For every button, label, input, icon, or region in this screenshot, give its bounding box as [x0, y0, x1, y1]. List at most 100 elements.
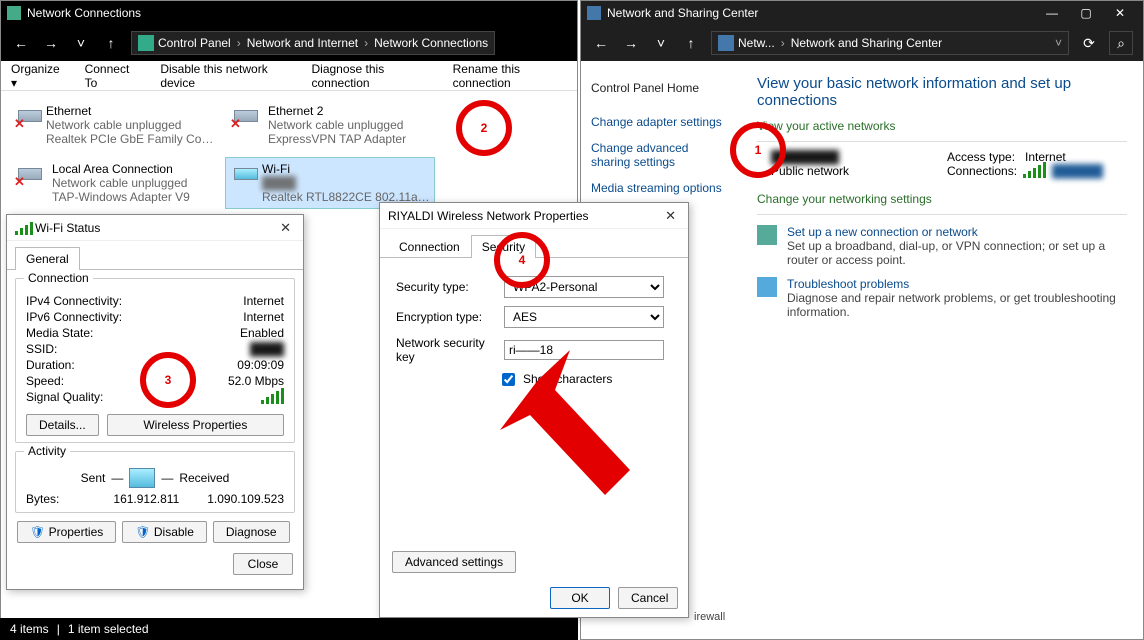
troubleshoot-task[interactable]: Troubleshoot problems Diagnose and repai… — [757, 277, 1127, 319]
access-type-label: Access type: — [947, 150, 1015, 164]
network-key-input[interactable] — [504, 340, 664, 360]
sent-label: Sent — [81, 471, 106, 485]
ssid-label: SSID: — [26, 342, 57, 356]
group-heading: Activity — [24, 444, 70, 458]
show-characters-label: Show characters — [523, 372, 612, 386]
up-icon[interactable]: ↑ — [681, 35, 701, 51]
tab-strip: General — [7, 241, 303, 270]
organize-menu[interactable]: Organize ▾ — [11, 62, 63, 90]
setup-connection-task[interactable]: Set up a new connection or network Set u… — [757, 225, 1127, 267]
security-type-label: Security type: — [396, 280, 496, 294]
received-label: Received — [179, 471, 229, 485]
up-icon[interactable]: ↑ — [101, 35, 121, 51]
show-characters-checkbox[interactable] — [502, 373, 515, 386]
advanced-settings-button[interactable]: Advanced settings — [392, 551, 516, 573]
disconnected-icon: ✕ — [14, 116, 25, 132]
media-streaming-link[interactable]: Media streaming options — [591, 175, 731, 201]
wireless-properties-button[interactable]: Wireless Properties — [107, 414, 284, 436]
task-desc: Diagnose and repair network problems, or… — [787, 291, 1127, 319]
connection-item-ethernet[interactable]: ✕ Ethernet Network cable unplugged Realt… — [9, 99, 219, 151]
ok-button[interactable]: OK — [550, 587, 610, 609]
minimize-button[interactable]: — — [1035, 2, 1069, 24]
disable-device-button[interactable]: Disable this network device — [160, 62, 289, 90]
window-title: Network and Sharing Center — [607, 6, 758, 20]
tab-security[interactable]: Security — [471, 235, 536, 258]
close-button[interactable]: ✕ — [1103, 2, 1137, 24]
task-title: Troubleshoot problems — [787, 277, 1127, 291]
signal-label: Signal Quality: — [26, 390, 103, 407]
forward-icon[interactable]: → — [621, 35, 641, 51]
signal-icon — [15, 221, 29, 235]
ipv6-label: IPv6 Connectivity: — [26, 310, 122, 324]
troubleshoot-icon — [757, 277, 777, 297]
network-type: Public network — [771, 164, 947, 178]
connection-adapter: ExpressVPN TAP Adapter — [268, 132, 406, 146]
encryption-type-label: Encryption type: — [396, 310, 496, 324]
search-icon[interactable]: ⌕ — [1109, 31, 1133, 55]
breadcrumb-item[interactable]: Network and Internet — [247, 36, 358, 50]
main-pane: View your basic network information and … — [741, 61, 1143, 639]
back-icon[interactable]: ← — [11, 35, 31, 51]
bytes-sent: 161.912.811 — [113, 492, 179, 506]
breadcrumb[interactable]: Control Panel› Network and Internet› Net… — [131, 31, 495, 55]
refresh-icon[interactable]: ⟳ — [1079, 35, 1099, 52]
toolbar: Organize ▾ Connect To Disable this netwo… — [1, 61, 577, 91]
close-button[interactable]: Close — [233, 553, 293, 575]
maximize-button[interactable]: ▢ — [1069, 2, 1103, 24]
dialog-title-bar: Wi-Fi Status ✕ — [7, 215, 303, 241]
security-type-select[interactable]: WPA2-Personal — [504, 276, 664, 298]
connection-group: Connection IPv4 Connectivity:Internet IP… — [15, 278, 295, 443]
duration-value: 09:09:09 — [237, 358, 284, 372]
diagnose-button[interactable]: Diagnose — [213, 521, 290, 543]
connection-adapter: Realtek PCIe GbE Family Controller — [46, 132, 214, 146]
connection-status: Network cable unplugged — [268, 118, 406, 132]
control-panel-home-link[interactable]: Control Panel Home — [591, 75, 731, 101]
close-icon[interactable]: ✕ — [661, 208, 680, 224]
speed-value: 52.0 Mbps — [228, 374, 284, 388]
tab-general[interactable]: General — [15, 247, 80, 270]
ipv4-value: Internet — [243, 294, 284, 308]
recent-icon[interactable]: ˅ — [71, 35, 91, 51]
connection-status: Network cable unplugged — [46, 118, 214, 132]
rename-connection-button[interactable]: Rename this connection — [453, 62, 567, 90]
status-bar: 4 items | 1 item selected — [0, 618, 578, 640]
recent-icon[interactable]: ˅ — [651, 35, 671, 51]
bytes-received: 1.090.109.523 — [207, 492, 284, 506]
change-sharing-link[interactable]: Change advanced sharing settings — [591, 135, 731, 175]
breadcrumb[interactable]: Netw...› Network and Sharing Center ˅ — [711, 31, 1069, 55]
app-icon — [587, 6, 601, 20]
details-button[interactable]: Details... — [26, 414, 99, 436]
disable-button[interactable]: 🛡 Disable — [122, 521, 207, 543]
app-icon — [7, 6, 21, 20]
diagnose-connection-button[interactable]: Diagnose this connection — [312, 62, 431, 90]
connection-name: Ethernet 2 — [268, 104, 406, 118]
forward-icon[interactable]: → — [41, 35, 61, 51]
dialog-title: Wi-Fi Status — [35, 221, 100, 235]
nav-bar: ← → ˅ ↑ Netw...› Network and Sharing Cen… — [581, 25, 1143, 61]
connection-link[interactable]: ██████ — [1052, 164, 1103, 178]
close-icon[interactable]: ✕ — [276, 220, 295, 236]
back-icon[interactable]: ← — [591, 35, 611, 51]
task-title: Set up a new connection or network — [787, 225, 1127, 239]
breadcrumb-item[interactable]: Network and Sharing Center — [791, 36, 942, 50]
connection-item-ethernet2[interactable]: ✕ Ethernet 2 Network cable unplugged Exp… — [225, 99, 435, 151]
breadcrumb-item[interactable]: Network Connections — [374, 36, 488, 50]
computer-icon — [129, 468, 155, 488]
cancel-button[interactable]: Cancel — [618, 587, 678, 609]
change-adapter-link[interactable]: Change adapter settings — [591, 109, 731, 135]
window-title: Network Connections — [27, 6, 141, 20]
network-name: ████████ — [771, 150, 947, 164]
duration-label: Duration: — [26, 358, 75, 372]
breadcrumb-icon — [718, 35, 734, 51]
connection-item-lac[interactable]: ✕ Local Area Connection Network cable un… — [9, 157, 219, 209]
nav-bar: ← → ˅ ↑ Control Panel› Network and Inter… — [1, 25, 577, 61]
encryption-type-select[interactable]: AES — [504, 306, 664, 328]
connect-to-button[interactable]: Connect To — [85, 62, 139, 90]
dialog-title: RIYALDI Wireless Network Properties — [388, 209, 589, 223]
connection-name: Ethernet — [46, 104, 214, 118]
breadcrumb-item[interactable]: Control Panel — [158, 36, 231, 50]
properties-button[interactable]: 🛡 Properties — [17, 521, 116, 543]
tab-connection[interactable]: Connection — [388, 235, 471, 258]
breadcrumb-item[interactable]: Netw... — [738, 36, 775, 50]
disconnected-icon: ✕ — [230, 116, 241, 132]
